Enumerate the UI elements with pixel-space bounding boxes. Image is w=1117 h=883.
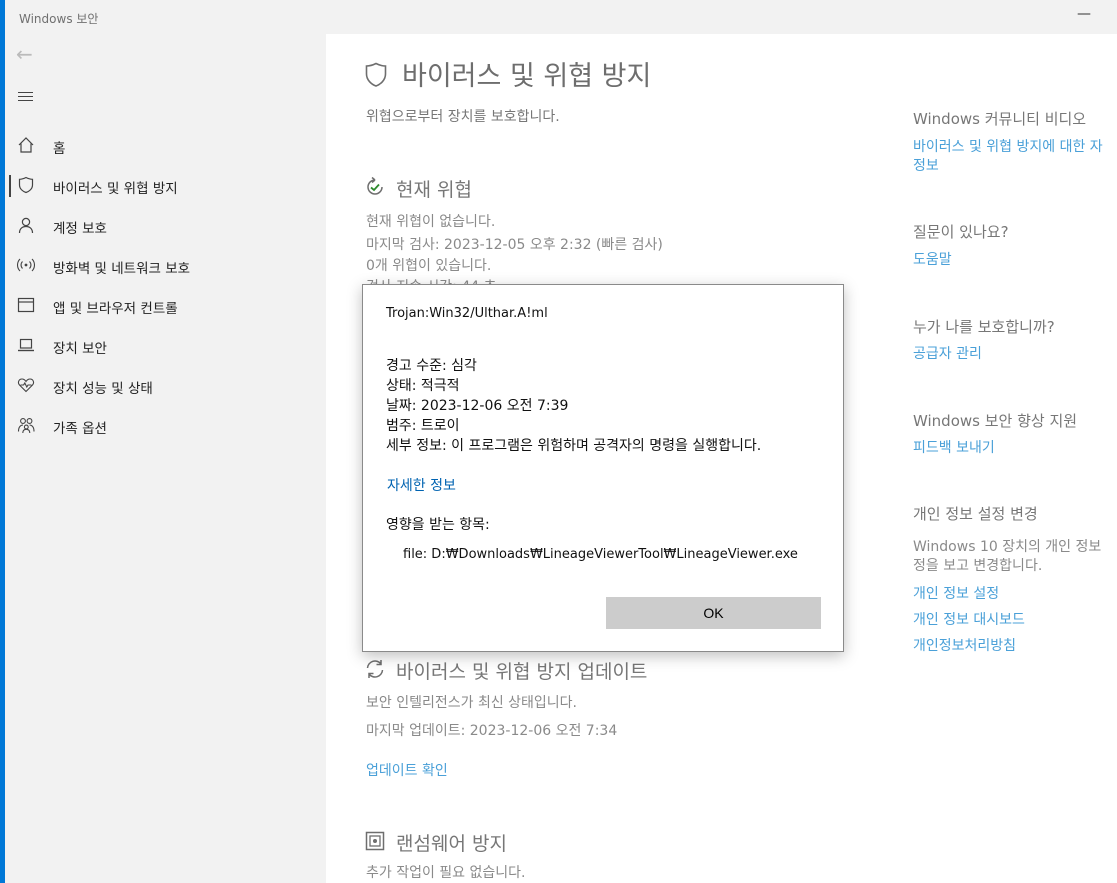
sidebar-item-label: 방화벽 및 네트워크 보호 <box>53 261 191 277</box>
sidebar-item-virus-protection[interactable]: 바이러스 및 위협 방지 <box>5 167 326 205</box>
sidebar-item-label: 장치 성능 및 상태 <box>53 381 153 397</box>
sidebar-item-device-health[interactable]: 장치 성능 및 상태 <box>5 367 326 405</box>
sidebar-item-label: 홈 <box>53 141 66 157</box>
last-update-text: 마지막 업데이트: 2023-12-06 오전 7:34 <box>366 723 618 739</box>
selection-indicator <box>9 175 11 197</box>
ransomware-status-text: 추가 작업이 필요 없습니다. <box>366 865 526 881</box>
wireless-icon <box>17 258 35 272</box>
threat-details: 세부 정보: 이 프로그램은 위험하며 공격자의 명령을 실행합니다. <box>386 438 762 454</box>
family-icon <box>17 418 35 434</box>
hamburger-menu-icon[interactable] <box>18 92 33 104</box>
sidebar-item-device-security[interactable]: 장치 보안 <box>5 327 326 365</box>
back-arrow-icon[interactable]: ← <box>16 42 33 66</box>
refresh-clock-icon <box>367 176 383 195</box>
sidebar-item-firewall[interactable]: 방화벽 및 네트워크 보호 <box>5 247 326 285</box>
sidebar-item-account-protection[interactable]: 계정 보호 <box>5 207 326 245</box>
privacy-description: Windows 10 장치의 개인 정보 <box>913 539 1102 555</box>
improve-title: Windows 보안 향상 지원 <box>913 412 1078 430</box>
current-threats-title: 현재 위협 <box>396 179 472 201</box>
help-link[interactable]: 도움말 <box>913 249 952 269</box>
title-bar: Windows 보안 — <box>5 0 1117 34</box>
privacy-dashboard-link[interactable]: 개인 정보 대시보드 <box>913 609 1025 629</box>
browser-icon <box>17 297 35 313</box>
threat-category: 범주: 트로이 <box>386 418 460 434</box>
no-threats-text: 현재 위협이 없습니다. <box>366 214 496 230</box>
community-video-title: Windows 커뮤니티 비디오 <box>913 110 1087 128</box>
sidebar: ← 홈 바이러스 및 위협 방지 계정 보호 방화벽 및 네트워크 보호 앱 및… <box>5 34 326 883</box>
page-title: 바이러스 및 위협 방지 <box>402 61 652 92</box>
sidebar-item-label: 앱 및 브라우저 컨트롤 <box>53 301 178 317</box>
page-subtitle: 위협으로부터 장치를 보호합니다. <box>366 109 560 125</box>
shield-icon <box>365 62 387 87</box>
threat-name: Trojan:Win32/Ulthar.A!ml <box>386 306 548 321</box>
more-info-link[interactable]: 자세한 정보 <box>387 475 456 495</box>
minimize-button[interactable]: — <box>1077 6 1091 22</box>
privacy-title: 개인 정보 설정 변경 <box>913 505 1038 523</box>
home-icon <box>18 137 34 153</box>
intelligence-status-text: 보안 인텔리전스가 최신 상태입니다. <box>366 695 577 711</box>
last-scan-text: 마지막 검사: 2023-12-05 오후 2:32 (빠른 검사) <box>366 237 663 253</box>
sidebar-item-label: 계정 보호 <box>53 221 107 237</box>
sidebar-item-label: 바이러스 및 위협 방지 <box>53 181 178 197</box>
sidebar-item-app-browser-control[interactable]: 앱 및 브라우저 컨트롤 <box>5 287 326 325</box>
sidebar-item-label: 가족 옵션 <box>53 421 107 437</box>
threat-status: 상태: 적극적 <box>386 378 460 394</box>
privacy-settings-link[interactable]: 개인 정보 설정 <box>913 583 999 603</box>
privacy-description-cont: 정을 보고 변경합니다. <box>913 558 1043 574</box>
privacy-statement-link[interactable]: 개인정보처리방침 <box>913 635 1016 655</box>
threat-count-text: 0개 위협이 있습니다. <box>366 258 492 274</box>
feedback-link[interactable]: 피드백 보내기 <box>913 437 995 457</box>
sidebar-item-label: 장치 보안 <box>53 341 107 357</box>
ok-button[interactable]: OK <box>606 597 821 629</box>
sidebar-item-home[interactable]: 홈 <box>5 127 326 165</box>
question-title: 질문이 있나요? <box>913 223 1009 241</box>
person-icon <box>18 217 34 234</box>
alert-level: 경고 수준: 심각 <box>386 358 477 374</box>
right-panel: Windows 커뮤니티 비디오 바이러스 및 위협 방지에 대한 자 정보 질… <box>906 34 1117 883</box>
laptop-icon <box>18 338 34 352</box>
threat-date: 날짜: 2023-12-06 오전 7:39 <box>386 398 569 414</box>
threat-details-dialog: Trojan:Win32/Ulthar.A!ml 경고 수준: 심각 상태: 적… <box>362 284 844 652</box>
check-updates-link[interactable]: 업데이트 확인 <box>366 760 448 780</box>
affected-items-label: 영향을 받는 항목: <box>386 517 490 533</box>
manage-providers-link[interactable]: 공급자 관리 <box>913 343 982 363</box>
community-video-link[interactable]: 바이러스 및 위협 방지에 대한 자 <box>913 136 1103 156</box>
heart-icon <box>17 378 35 393</box>
updates-title: 바이러스 및 위협 방지 업데이트 <box>396 661 648 683</box>
ransomware-icon <box>365 831 385 851</box>
window-title: Windows 보안 <box>19 12 99 26</box>
shield-icon <box>18 176 34 194</box>
protection-title: 누가 나를 보호합니까? <box>913 318 1055 336</box>
affected-file-path: file: D:₩Downloads₩LineageViewerTool₩Lin… <box>403 547 798 562</box>
community-video-link-cont[interactable]: 정보 <box>913 155 939 175</box>
ransomware-title: 랜섬웨어 방지 <box>396 833 507 855</box>
update-icon <box>366 660 384 678</box>
sidebar-item-family-options[interactable]: 가족 옵션 <box>5 407 326 445</box>
